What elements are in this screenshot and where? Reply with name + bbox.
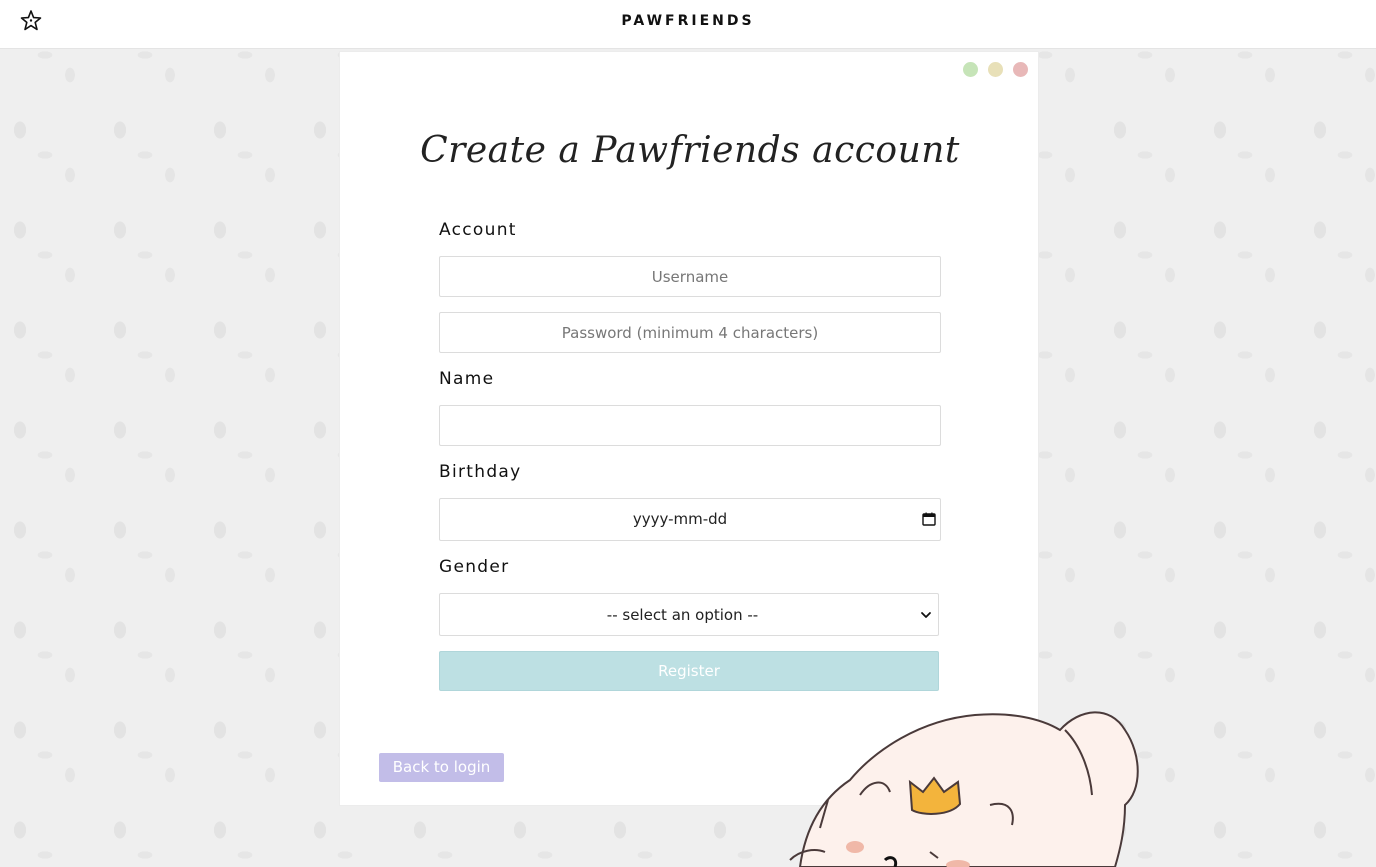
register-button[interactable]: Register xyxy=(439,651,939,691)
calendar-icon[interactable] xyxy=(922,512,936,526)
chevron-down-icon xyxy=(921,612,931,618)
password-input[interactable] xyxy=(439,312,941,353)
name-label: Name xyxy=(439,369,495,389)
birthday-input[interactable]: yyyy-mm-dd xyxy=(439,498,941,541)
name-input[interactable] xyxy=(439,405,941,446)
brand-title[interactable]: PAWFRIENDS xyxy=(0,13,1376,29)
page-title: Create a Pawfriends account xyxy=(420,130,960,171)
window-dot-green xyxy=(963,62,978,77)
window-dots xyxy=(963,62,1028,77)
register-card: Create a Pawfriends account Account Name… xyxy=(339,51,1039,806)
account-label: Account xyxy=(439,220,517,240)
birthday-value: yyyy-mm-dd xyxy=(632,510,728,528)
window-dot-red xyxy=(1013,62,1028,77)
top-bar: PAWFRIENDS xyxy=(0,0,1376,49)
gender-select[interactable]: -- select an option -- xyxy=(439,593,939,636)
username-input[interactable] xyxy=(439,256,941,297)
mascot-illustration xyxy=(789,711,1139,867)
window-dot-yellow xyxy=(988,62,1003,77)
gender-label: Gender xyxy=(439,557,510,577)
gender-selected-value: -- select an option -- xyxy=(606,606,759,624)
back-to-login-button[interactable]: Back to login xyxy=(379,753,504,782)
birthday-label: Birthday xyxy=(439,462,522,482)
